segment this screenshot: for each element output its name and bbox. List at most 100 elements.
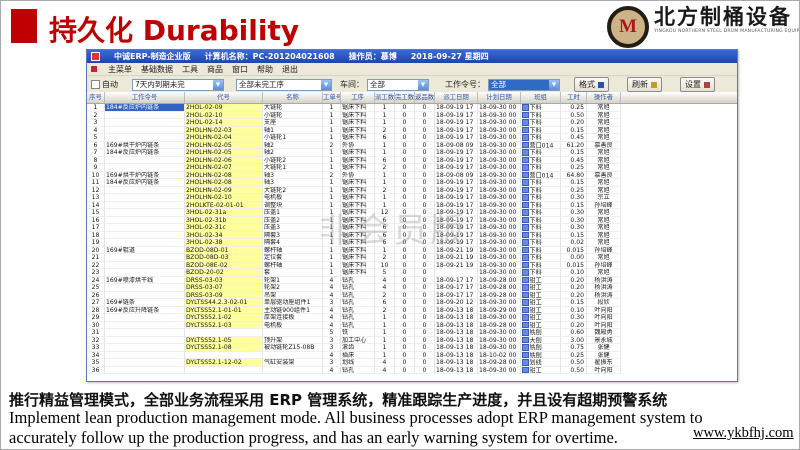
cell: 叶向阳 bbox=[587, 367, 621, 375]
table-row[interactable]: 35DYLTSS52.1-12-02气缸安装架3划线40018-09-13 18… bbox=[87, 359, 737, 367]
cell: 18-09-17 17 bbox=[435, 277, 478, 285]
cell: 18-09-30 00 bbox=[478, 134, 521, 142]
menu-item-0[interactable]: 主菜单 bbox=[108, 64, 132, 75]
table-row[interactable]: 32DYLTSS52.1-05顶升架3加工中心10018-09-13 1818-… bbox=[87, 337, 737, 345]
table-row[interactable]: 42HOLHN-02-03轴11锯床下料20018-09-19 1718-09-… bbox=[87, 127, 737, 135]
table-row[interactable]: 10169#烘干炉内链条2HOLHN-02-08轴32外协10018-09-08… bbox=[87, 172, 737, 180]
cell bbox=[105, 314, 185, 322]
cell: 0 bbox=[415, 112, 435, 120]
column-header-8[interactable]: 返品数量 bbox=[415, 92, 435, 103]
table-row[interactable]: 11184#反应炉内链条2HOLHN-02-08轴31锯床下料10018-09-… bbox=[87, 179, 737, 187]
workshop-select[interactable]: 全部 ▼ bbox=[367, 79, 429, 91]
table-row[interactable]: 29DYLTSS52.1-02厚架连接板4钻孔10018-09-13 1818-… bbox=[87, 314, 737, 322]
cell: 0 bbox=[415, 119, 435, 127]
auto-checkbox[interactable] bbox=[91, 80, 100, 89]
table-row[interactable]: 21BZOD-08D-03定位套1锯床下料20018-09-21 1918-09… bbox=[87, 254, 737, 262]
refresh-button[interactable]: 刷新 bbox=[627, 77, 662, 92]
table-row[interactable]: 122HOLHN-02-09大链轮21锯床下料20018-09-19 1718-… bbox=[87, 187, 737, 195]
cell: 0 bbox=[415, 337, 435, 345]
cell: 18-09-30 00 bbox=[478, 239, 521, 247]
menu-item-6[interactable]: 退出 bbox=[282, 64, 298, 75]
table-row[interactable]: 30DYLTSS52.1-03电机板4钻孔10018-09-13 1818-09… bbox=[87, 322, 737, 330]
window-titlebar[interactable]: 中诚ERP-制造企业版 计算机名称：PC-201204021608 操作员：慕博… bbox=[87, 50, 737, 63]
cell: 2HOLHN-02-10 bbox=[185, 194, 263, 202]
table-row[interactable]: 1184#反应炉内链条2HOL-02-09大链轮1锯床下料10018-09-19… bbox=[87, 104, 737, 112]
menu-item-5[interactable]: 帮助 bbox=[257, 64, 273, 75]
table-row[interactable]: 153HOL-02-31a压盖11锯床下料120018-09-19 1718-0… bbox=[87, 209, 737, 217]
column-header-9[interactable]: 派工日期 bbox=[435, 92, 478, 103]
team-icon bbox=[522, 112, 529, 119]
column-header-4[interactable]: 工单号 bbox=[323, 92, 341, 103]
website-link[interactable]: www.ykbfhj.com bbox=[693, 425, 794, 442]
table-row[interactable]: 52HOLHN-02-04小链轮11锯床下料60018-09-19 1718-0… bbox=[87, 134, 737, 142]
column-header-5[interactable]: 工序 bbox=[341, 92, 375, 103]
column-header-10[interactable]: 计划日期 bbox=[478, 92, 521, 103]
cell: 18-09-30 00 bbox=[478, 344, 521, 352]
cell: 18-09-13 18 bbox=[435, 322, 478, 330]
column-header-13[interactable]: 操作者 bbox=[587, 92, 621, 103]
table-row[interactable]: 24169#喷漆烘干线DRSS-03-03轮架14钻孔40018-09-17 1… bbox=[87, 277, 737, 285]
cell: 18-09-30 00 bbox=[478, 254, 521, 262]
column-header-0[interactable]: 序号 bbox=[87, 92, 105, 103]
table-row[interactable]: 23BZOD-20-02套1锯床下料50018-09-30 00下料0.10常旭 bbox=[87, 269, 737, 277]
table-row[interactable]: 32HOL-02-14支座1锯床下料10018-09-19 1718-09-30… bbox=[87, 119, 737, 127]
settings-button[interactable]: 设置 bbox=[680, 77, 715, 92]
cell: 1 bbox=[323, 134, 341, 142]
cell: 2HOL-02-10 bbox=[185, 112, 263, 120]
menu-item-3[interactable]: 商品 bbox=[207, 64, 223, 75]
table-row[interactable]: 82HOLHN-02-06小链轮21锯床下料60018-09-19 1718-0… bbox=[87, 157, 737, 165]
table-row[interactable]: 142HOLKTE-02-01-01调整块1锯床下料10018-09-19 17… bbox=[87, 202, 737, 210]
cell bbox=[105, 157, 185, 165]
cell: 1 bbox=[323, 157, 341, 165]
cell: DYLTSS44.2.3-02-01 bbox=[185, 299, 263, 307]
app-icon bbox=[91, 52, 100, 61]
table-row[interactable]: 173HOL-02-31c压盖31锯床下料60018-09-19 1718-09… bbox=[87, 224, 737, 232]
table-row[interactable]: 26DRSS-03-09吊架4钻孔20018-09-17 1718-09-28 … bbox=[87, 292, 737, 300]
column-header-12[interactable]: 工时 bbox=[561, 92, 587, 103]
table-row[interactable]: 22HOL-02-10小链轮1锯床下料10018-09-19 1718-09-3… bbox=[87, 112, 737, 120]
cell: 加工中心 bbox=[341, 337, 375, 345]
column-header-6[interactable]: 派工数量 bbox=[375, 92, 395, 103]
cell: 常旭 bbox=[587, 134, 621, 142]
table-row[interactable]: 25DRSS-03-07轮架24钻孔40018-09-17 1718-09-28… bbox=[87, 284, 737, 292]
cell: 0.015 bbox=[561, 262, 587, 270]
table-row[interactable]: 22BZOD-08E-02螺杆轴1锯床下料100018-09-21 1918-0… bbox=[87, 262, 737, 270]
cell: 5 bbox=[323, 329, 341, 337]
table-row[interactable]: 33DYLTSS52.1-08被动链轮Z15-08B3滚齿10018-09-13… bbox=[87, 344, 737, 352]
cell: 锯床下料 bbox=[341, 247, 375, 255]
table-row[interactable]: 6169#烘干炉内链条2HOLHN-02-05轴22外协10018-09-08 … bbox=[87, 142, 737, 150]
table-row[interactable]: 344插床10018-09-13 1818-10-02 00铣刨0.25张健 bbox=[87, 352, 737, 360]
menu-item-4[interactable]: 窗口 bbox=[232, 64, 248, 75]
table-row[interactable]: 193HOL-02-38隔套41锯床下料60018-09-19 1718-09-… bbox=[87, 239, 737, 247]
cell: BZOD-20-02 bbox=[185, 269, 263, 277]
table-row[interactable]: 315铣10018-09-13 1818-09-30 00铣刨0.60魏殿勇 bbox=[87, 329, 737, 337]
cell: 0 bbox=[395, 232, 415, 240]
table-row[interactable]: 183HOL-02-34隔套31锯床下料60018-09-19 1718-09-… bbox=[87, 232, 737, 240]
cell: 0 bbox=[415, 134, 435, 142]
cell: 2HOLHN-02-04 bbox=[185, 134, 263, 142]
team-icon bbox=[522, 172, 529, 179]
column-header-11[interactable]: 班组 bbox=[521, 92, 561, 103]
table-row[interactable]: 132HOLHN-02-10电机板1锯床下料10018-09-19 1718-0… bbox=[87, 194, 737, 202]
table-row[interactable]: 20169#辊道BZOD-08D-01螺杆轴1锯床下料10018-09-21 1… bbox=[87, 247, 737, 255]
cell bbox=[105, 209, 185, 217]
menu-item-1[interactable]: 基础数据 bbox=[141, 64, 173, 75]
cell: 18-09-30 00 bbox=[478, 202, 521, 210]
table-row[interactable]: 7184#反应炉内链条2HOLHN-02-05轴21锯床下料10018-09-1… bbox=[87, 149, 737, 157]
cell: 0 bbox=[395, 367, 415, 375]
table-row[interactable]: 27169#链条DYLTSS44.2.3-02-01单层驱动座组件13钻孔600… bbox=[87, 299, 737, 307]
table-row[interactable]: 364钻孔40018-09-13 1818-09-30 00钳工0.50叶向阳 bbox=[87, 367, 737, 375]
process-filter-select[interactable]: 全部未完工序 ▼ bbox=[236, 79, 332, 91]
table-row[interactable]: 28169#反应升降链条DYLTSS52.1-01-01主动链900组件14钻孔… bbox=[87, 307, 737, 315]
column-header-2[interactable]: 代号 bbox=[185, 92, 263, 103]
cell: 4 bbox=[375, 284, 395, 292]
table-row[interactable]: 163HOL-02-31b压盖21锯床下料60018-09-19 1718-09… bbox=[87, 217, 737, 225]
column-header-1[interactable]: 工作令号 bbox=[105, 92, 185, 103]
due-filter-select[interactable]: 7天内到期未完 ▼ bbox=[132, 79, 224, 91]
format-button[interactable]: 格式 bbox=[574, 77, 609, 92]
menu-item-2[interactable]: 工具 bbox=[182, 64, 198, 75]
column-header-7[interactable]: 完工数量 bbox=[395, 92, 415, 103]
table-row[interactable]: 92HOLHN-02-07大链轮11锯床下料20018-09-19 1718-0… bbox=[87, 164, 737, 172]
workorder-select[interactable]: 全部 ▼ bbox=[488, 79, 560, 91]
column-header-3[interactable]: 名称 bbox=[263, 92, 323, 103]
